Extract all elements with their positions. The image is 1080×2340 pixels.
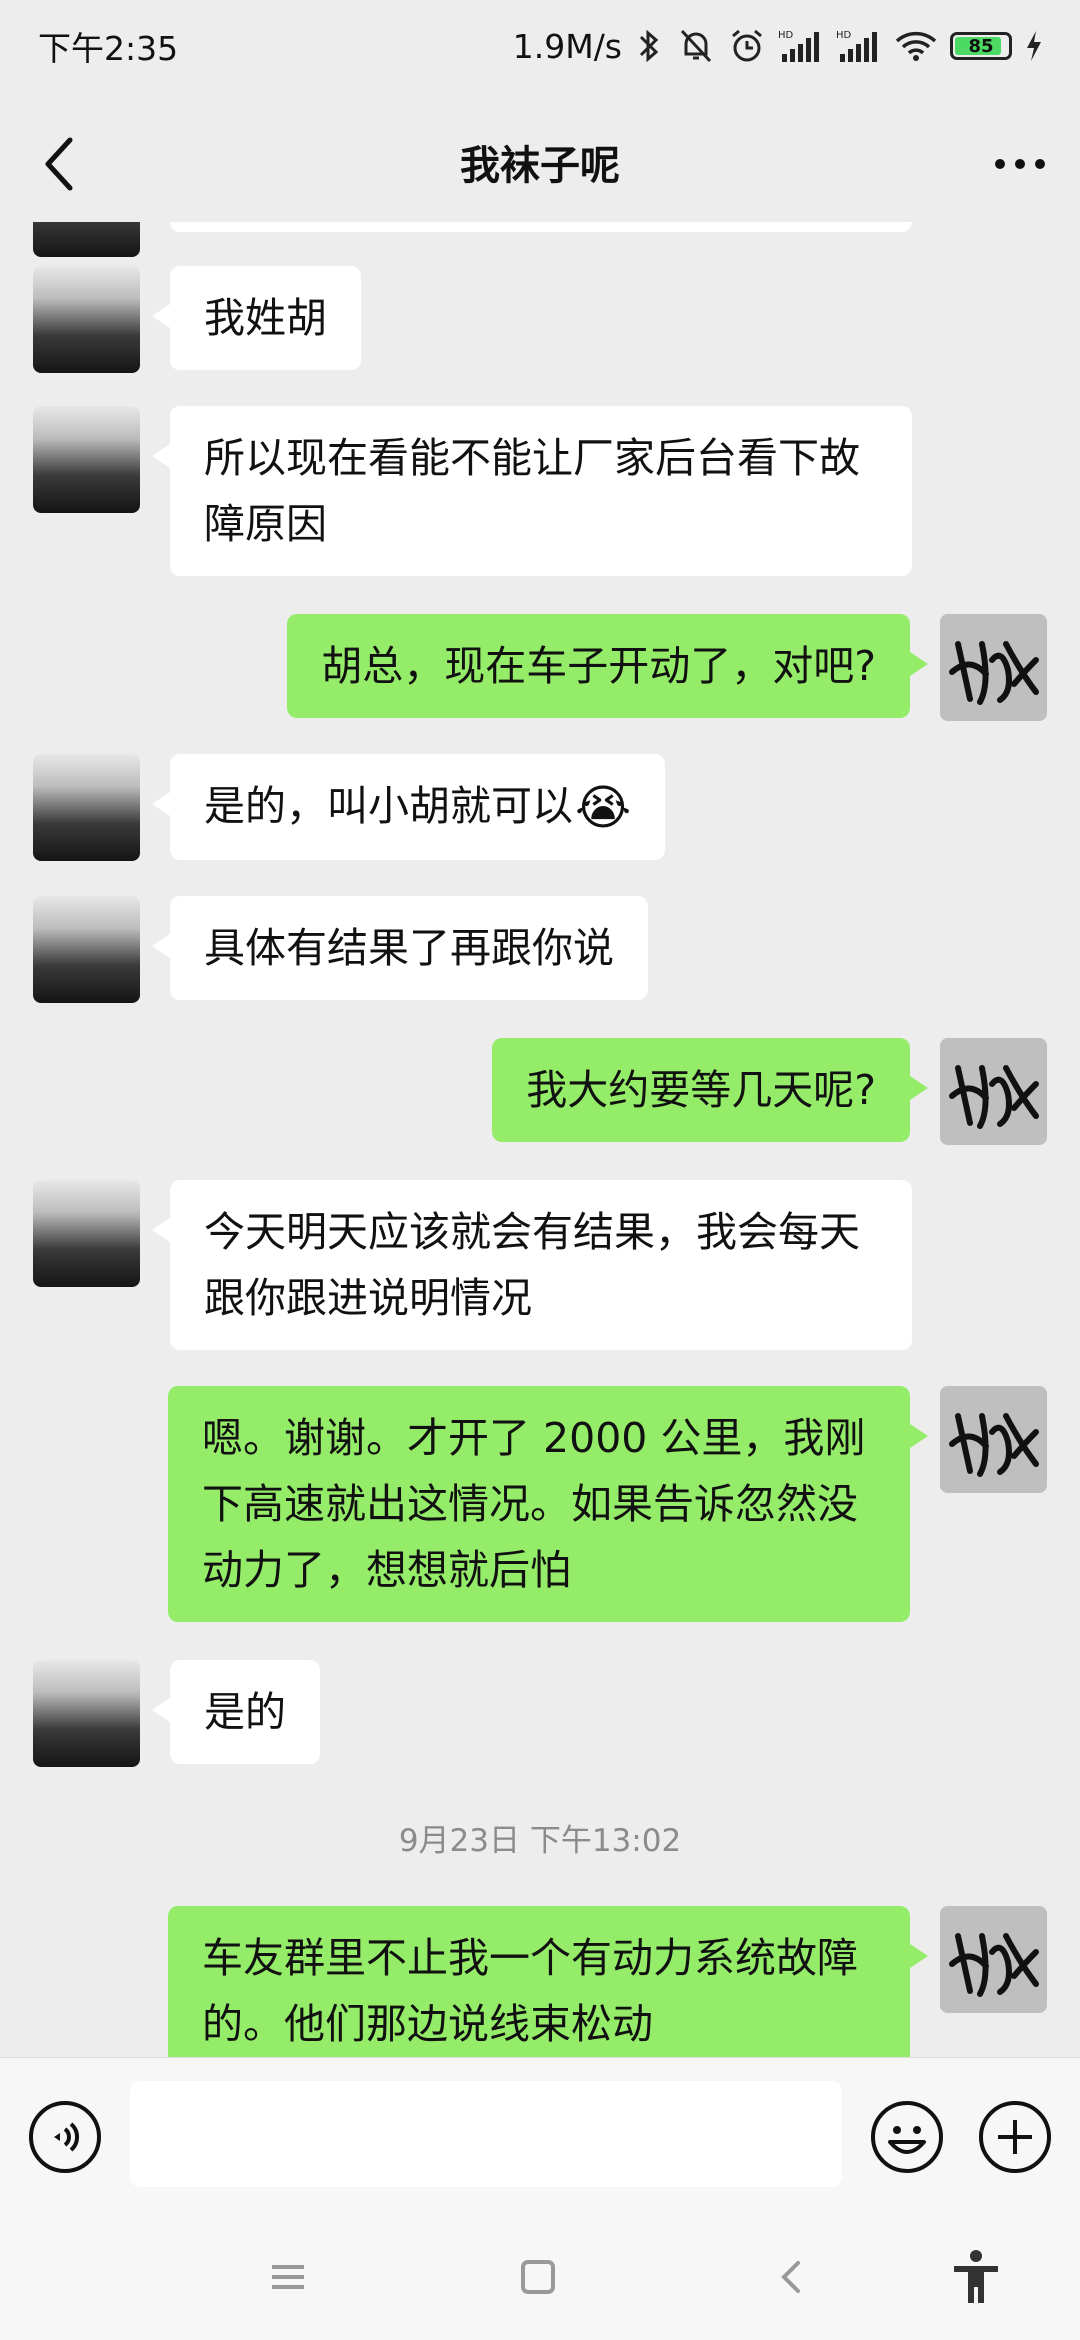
- accessibility-icon[interactable]: [946, 2247, 1006, 2307]
- voice-icon[interactable]: [28, 2100, 102, 2174]
- status-icons: 1.9M/s HD HD 85: [513, 27, 1044, 66]
- message-bubble[interactable]: 所以现在看能不能让厂家后台看下故障原因: [152, 406, 912, 576]
- message-input[interactable]: [130, 2081, 842, 2187]
- status-time: 下午2:35: [38, 29, 179, 68]
- chat-title: 我袜子呢: [460, 143, 620, 189]
- wifi-icon: [895, 31, 937, 61]
- avatar[interactable]: [940, 1386, 1047, 1493]
- message-bubble[interactable]: 是的: [152, 1660, 320, 1764]
- message-bubble[interactable]: 嗯。谢谢。才开了 2000 公里，我刚下高速就出这情况。如果告诉忽然没动力了，想…: [168, 1386, 928, 1622]
- avatar[interactable]: [940, 614, 1047, 721]
- message-bubble[interactable]: 今天明天应该就会有结果，我会每天跟你跟进说明情况: [152, 1180, 912, 1350]
- avatar[interactable]: [33, 222, 140, 257]
- avatar[interactable]: [33, 754, 140, 861]
- message-list[interactable]: 我姓胡 所以现在看能不能让厂家后台看下故障原因 胡总，现在车子开动了，对吧? 是…: [0, 222, 1080, 2057]
- battery-level: 85: [968, 35, 994, 57]
- input-bar: [0, 2057, 1080, 2207]
- signal-hd-icon: HD: [778, 30, 819, 62]
- network-speed: 1.9M/s: [512, 26, 622, 66]
- avatar[interactable]: [33, 266, 140, 373]
- message-bubble[interactable]: 胡总，现在车子开动了，对吧?: [287, 614, 928, 718]
- signature-avatar-image: [940, 1906, 1047, 2013]
- message-bubble[interactable]: 车友群里不止我一个有动力系统故障的。他们那边说线束松动: [168, 1906, 928, 2057]
- svg-text:HD: HD: [778, 30, 794, 41]
- avatar[interactable]: [33, 896, 140, 1003]
- signature-avatar-image: [940, 614, 1047, 721]
- chat-timestamp: 9月23日 下午13:02: [398, 1823, 682, 1859]
- avatar[interactable]: [33, 1180, 140, 1287]
- charging-icon: [1027, 31, 1041, 61]
- crying-emoji-icon: 😭: [575, 780, 632, 836]
- message-bubble[interactable]: 具体有结果了再跟你说: [152, 896, 648, 1000]
- signature-avatar-image: [940, 1038, 1047, 1145]
- emoji-smile-icon[interactable]: [870, 2100, 944, 2174]
- avatar[interactable]: [33, 406, 140, 513]
- signal-hd-icon: HD: [836, 30, 877, 62]
- message-text: 是的，叫小胡就可以: [204, 782, 573, 830]
- bluetooth-icon: [639, 29, 659, 63]
- menu-icon[interactable]: [258, 2247, 318, 2307]
- chat-header: 我袜子呢: [0, 92, 1080, 232]
- alarm-icon: [732, 29, 762, 62]
- signature-avatar-image: [940, 1386, 1047, 1493]
- message-bubble[interactable]: 是的，叫小胡就可以😭: [151, 754, 666, 860]
- message-bubble[interactable]: 我大约要等几天呢?: [492, 1038, 928, 1142]
- message-bubble[interactable]: 我姓胡: [152, 266, 361, 370]
- home-square-icon[interactable]: [508, 2247, 568, 2307]
- system-nav-bar: [0, 2207, 1080, 2340]
- avatar[interactable]: [940, 1906, 1047, 2013]
- back-chevron-icon[interactable]: [762, 2247, 822, 2307]
- svg-text:HD: HD: [836, 30, 852, 41]
- more-dots-icon[interactable]: [990, 144, 1050, 184]
- back-icon[interactable]: [34, 134, 84, 194]
- status-bar: 下午2:35 1.9M/s HD HD 85: [0, 0, 1080, 92]
- mute-bell-icon: [680, 29, 712, 63]
- message-bubble[interactable]: [170, 222, 912, 232]
- plus-circle-icon[interactable]: [978, 2100, 1052, 2174]
- avatar[interactable]: [33, 1660, 140, 1767]
- battery-icon: 85: [950, 32, 1012, 60]
- avatar[interactable]: [940, 1038, 1047, 1145]
